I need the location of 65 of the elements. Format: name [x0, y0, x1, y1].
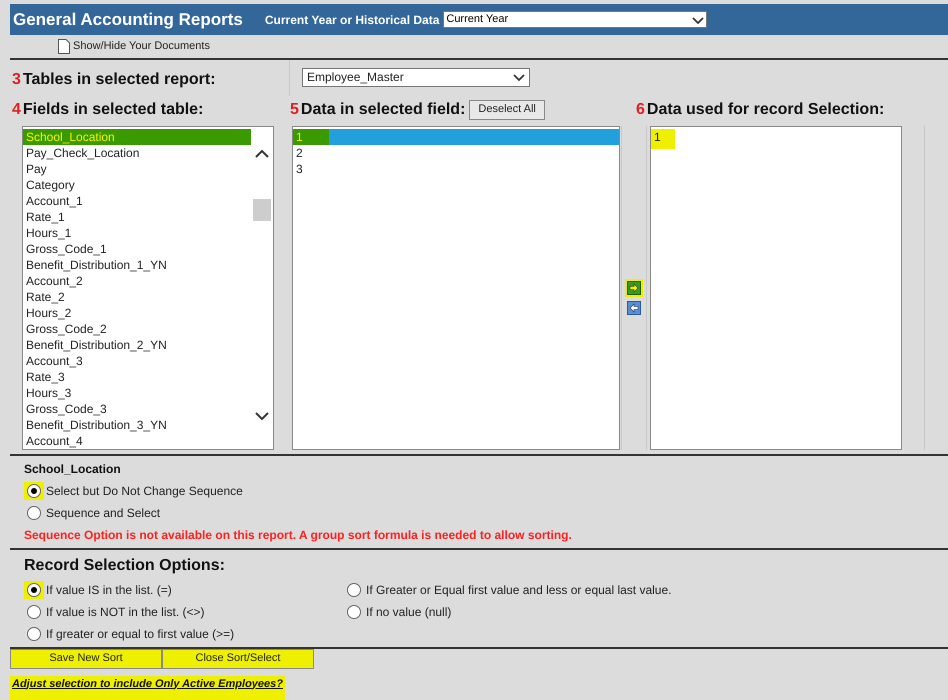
radio-option[interactable]: If greater or equal to first value (>=) [24, 624, 344, 642]
step-number: 4 [12, 100, 21, 120]
radio-button[interactable] [27, 626, 41, 640]
radio-button[interactable] [347, 604, 361, 618]
radio-button[interactable] [347, 582, 361, 596]
year-dropdown[interactable]: Current Year [443, 11, 708, 28]
field-item[interactable]: Rate_2 [23, 288, 251, 304]
deselect-all-button[interactable]: Deselect All [469, 100, 545, 120]
field-name: School_Location [24, 460, 122, 478]
radio-button[interactable] [27, 604, 41, 618]
document-icon [58, 38, 70, 54]
year-label: Current Year or Historical Data [264, 12, 440, 29]
fields-list[interactable] [22, 126, 274, 450]
field-item[interactable]: Gross_Code_2 [23, 320, 251, 336]
step-number: 5 [290, 100, 299, 120]
radio-option[interactable]: If Greater or Equal first value and less or equal last value. [344, 580, 948, 598]
field-item[interactable]: Pay [23, 160, 251, 176]
scrollbar-thumb[interactable] [253, 198, 271, 220]
field-item[interactable]: Benefit_Distribution_1_YN [23, 256, 251, 272]
left-arrow-icon[interactable] [627, 300, 641, 314]
field-item[interactable]: Pay_Check_Location [23, 144, 251, 160]
data-item[interactable]: 3 [293, 160, 619, 176]
radio-button[interactable] [27, 506, 41, 520]
section-heading: Data used for record Selection: [646, 100, 884, 120]
field-item[interactable]: Account_2 [23, 272, 251, 288]
action-button[interactable]: Save New Sort [10, 648, 162, 668]
field-item[interactable]: Hours_2 [23, 304, 251, 320]
section-heading: Tables in selected report: [22, 70, 216, 90]
field-item[interactable]: Rate_3 [23, 368, 251, 384]
field-item[interactable]: Gross_Code_1 [23, 240, 251, 256]
section-heading: Fields in selected table: [22, 100, 204, 120]
radio-option[interactable]: If value IS in the list. (=) [24, 580, 344, 598]
selection-list[interactable]: 1 [650, 126, 902, 450]
radio-option[interactable]: If value is NOT in the list. (<>) [24, 602, 344, 620]
radio-button[interactable] [27, 582, 41, 596]
field-item[interactable]: Account_4 [23, 432, 251, 448]
radio-option[interactable]: Sequence and Select [24, 504, 948, 522]
data-item[interactable]: 2 [293, 144, 619, 160]
field-item[interactable]: Hours_1 [23, 224, 251, 240]
selection-item[interactable]: 1 [651, 128, 675, 148]
action-button[interactable]: Close Sort/Select [162, 648, 314, 668]
active-employees-link[interactable]: Adjust selection to include Only Active Employees? [10, 676, 285, 700]
section-heading: Data in selected field: [300, 100, 466, 120]
documents-button[interactable]: Show/Hide Your Documents [58, 38, 210, 55]
warning-message: Sequence Option is not available on this report. A group sort formula is needed to allow sorting. [24, 526, 573, 544]
right-arrow-icon[interactable] [627, 280, 641, 294]
step-number: 6 [636, 100, 645, 120]
step-number: 3 [12, 70, 21, 90]
field-item[interactable]: Rate_1 [23, 208, 251, 224]
field-item[interactable]: Benefit_Distribution_2_YN [23, 336, 251, 352]
field-item[interactable]: Account_3 [23, 352, 251, 368]
radio-button[interactable] [27, 484, 41, 498]
chevron-up-icon[interactable] [255, 148, 269, 158]
app-title: General Accounting Reports [13, 8, 243, 31]
table-dropdown[interactable]: Employee_Master [302, 68, 530, 86]
data-list[interactable]: 1 2 3 [292, 126, 620, 450]
field-item[interactable]: Account_1 [23, 192, 251, 208]
field-item[interactable]: Category [23, 176, 251, 192]
radio-option[interactable]: Select but Do Not Change Sequence [24, 482, 948, 500]
field-item[interactable]: Hours_3 [23, 384, 251, 400]
section-heading: Record Selection Options: [24, 556, 226, 576]
field-item[interactable]: Benefit_Distribution_3_YN [23, 416, 251, 432]
field-item[interactable]: Gross_Code_3 [23, 400, 251, 416]
chevron-down-icon[interactable] [255, 410, 269, 420]
radio-option[interactable]: If no value (null) [344, 602, 948, 620]
